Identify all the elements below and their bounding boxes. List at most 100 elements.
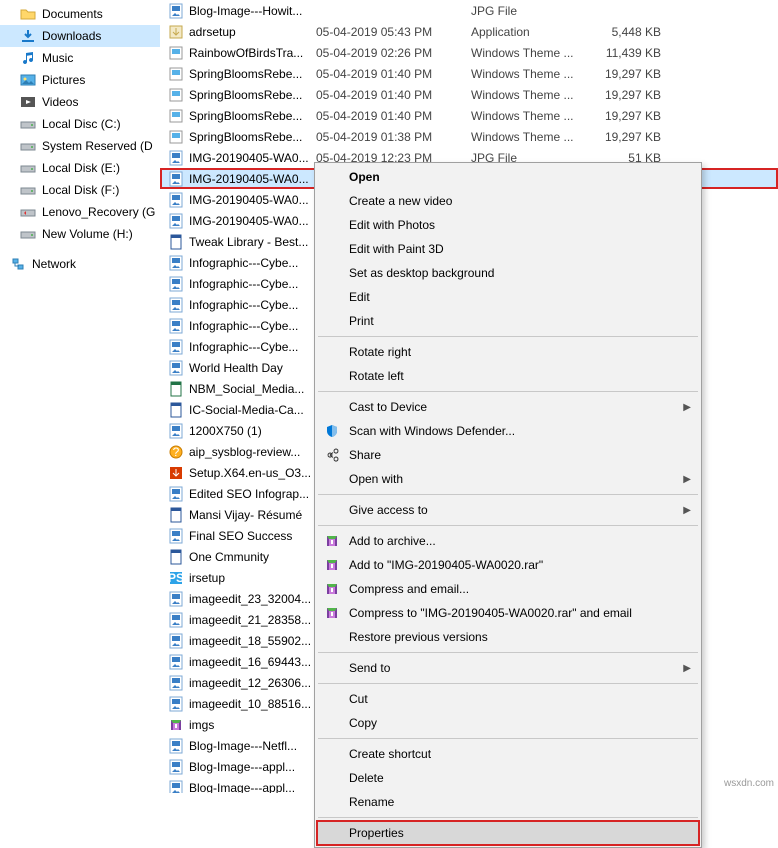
menu-item[interactable]: Rotate left <box>317 364 699 388</box>
file-type: Application <box>471 25 601 39</box>
menu-label: Edit with Photos <box>349 218 671 232</box>
menu-item[interactable]: Restore previous versions <box>317 625 699 649</box>
menu-separator <box>318 738 698 739</box>
file-name: Blog-Image---appl... <box>189 760 295 774</box>
file-row[interactable]: adrsetup05-04-2019 05:43 PMApplication5,… <box>160 21 778 42</box>
recovery-icon <box>20 204 36 220</box>
nav-item[interactable]: Local Disk (E:) <box>0 157 160 179</box>
file-name: SpringBloomsRebe... <box>189 130 302 144</box>
menu-item[interactable]: Compress and email... <box>317 577 699 601</box>
file-row[interactable]: Blog-Image---Howit...JPG File <box>160 0 778 21</box>
rar-icon <box>323 532 341 550</box>
menu-item[interactable]: Cast to Device▶ <box>317 395 699 419</box>
menu-item[interactable]: Edit <box>317 285 699 309</box>
nav-item[interactable]: Network <box>0 253 160 275</box>
file-name: imageedit_21_28358... <box>189 613 311 627</box>
nav-item[interactable]: Videos <box>0 91 160 113</box>
drive-icon <box>20 160 36 176</box>
file-name: Infographic---Cybe... <box>189 340 298 354</box>
submenu-arrow-icon: ▶ <box>683 474 691 485</box>
file-name: RainbowOfBirdsTra... <box>189 46 303 60</box>
rar-icon <box>323 556 341 574</box>
rar-icon <box>323 604 341 622</box>
jpg-icon <box>168 318 184 334</box>
menu-item[interactable]: Delete <box>317 766 699 790</box>
network-icon <box>10 256 26 272</box>
jpg-icon <box>168 633 184 649</box>
file-type: JPG File <box>471 4 601 18</box>
menu-item[interactable]: Edit with Paint 3D <box>317 237 699 261</box>
nav-item[interactable]: Documents <box>0 3 160 25</box>
nav-pane: DocumentsDownloadsMusicPicturesVideosLoc… <box>0 0 160 793</box>
file-size: 11,439 KB <box>601 46 671 60</box>
menu-item[interactable]: Give access to▶ <box>317 498 699 522</box>
file-row[interactable]: SpringBloomsRebe...05-04-2019 01:40 PMWi… <box>160 105 778 126</box>
menu-item[interactable]: Rename <box>317 790 699 814</box>
file-name: imageedit_18_55902... <box>189 634 311 648</box>
menu-label: Compress to "IMG-20190405-WA0020.rar" an… <box>349 606 671 620</box>
nav-item[interactable]: Music <box>0 47 160 69</box>
jpg-icon <box>168 192 184 208</box>
file-name: imgs <box>189 718 214 732</box>
file-row[interactable]: SpringBloomsRebe...05-04-2019 01:38 PMWi… <box>160 126 778 147</box>
nav-item[interactable]: New Volume (H:) <box>0 223 160 245</box>
file-name: IMG-20190405-WA0... <box>189 151 309 165</box>
nav-item[interactable]: Downloads <box>0 25 160 47</box>
chm-icon: ? <box>168 444 184 460</box>
drive-icon <box>20 182 36 198</box>
file-name: Blog-Image---appl... <box>189 781 295 794</box>
jpg-icon <box>168 171 184 187</box>
file-name: imageedit_16_69443... <box>189 655 311 669</box>
menu-item[interactable]: Set as desktop background <box>317 261 699 285</box>
jpg-icon <box>168 255 184 271</box>
menu-label: Restore previous versions <box>349 630 671 644</box>
jpg-icon <box>168 360 184 376</box>
file-size: 19,297 KB <box>601 109 671 123</box>
file-row[interactable]: SpringBloomsRebe...05-04-2019 01:40 PMWi… <box>160 84 778 105</box>
file-name: NBM_Social_Media... <box>189 382 304 396</box>
menu-item[interactable]: Scan with Windows Defender... <box>317 419 699 443</box>
menu-item[interactable]: Share <box>317 443 699 467</box>
file-row[interactable]: RainbowOfBirdsTra...05-04-2019 02:26 PMW… <box>160 42 778 63</box>
menu-item[interactable]: Create a new video <box>317 189 699 213</box>
file-type: Windows Theme ... <box>471 46 601 60</box>
file-size: 19,297 KB <box>601 130 671 144</box>
file-name: 1200X750 (1) <box>189 424 262 438</box>
file-name: imageedit_12_26306... <box>189 676 311 690</box>
menu-item[interactable]: Compress to "IMG-20190405-WA0020.rar" an… <box>317 601 699 625</box>
menu-separator <box>318 336 698 337</box>
nav-item[interactable]: Pictures <box>0 69 160 91</box>
pictures-icon <box>20 72 36 88</box>
menu-item[interactable]: Cut <box>317 687 699 711</box>
menu-item[interactable]: Open <box>317 165 699 189</box>
submenu-arrow-icon: ▶ <box>683 505 691 516</box>
menu-item[interactable]: Create shortcut <box>317 742 699 766</box>
menu-item[interactable]: Open with▶ <box>317 467 699 491</box>
menu-label: Add to "IMG-20190405-WA0020.rar" <box>349 558 671 572</box>
menu-item[interactable]: Rotate right <box>317 340 699 364</box>
menu-item[interactable]: Add to archive... <box>317 529 699 553</box>
menu-item[interactable]: Print <box>317 309 699 333</box>
menu-item[interactable]: Add to "IMG-20190405-WA0020.rar" <box>317 553 699 577</box>
theme-icon <box>168 66 184 82</box>
menu-item[interactable]: Copy <box>317 711 699 735</box>
file-name: Setup.X64.en-us_O3... <box>189 466 311 480</box>
nav-item[interactable]: Local Disk (F:) <box>0 179 160 201</box>
menu-item[interactable]: Edit with Photos <box>317 213 699 237</box>
doc-icon <box>168 507 184 523</box>
menu-label: Set as desktop background <box>349 266 671 280</box>
nav-item[interactable]: Lenovo_Recovery (G <box>0 201 160 223</box>
share-icon <box>323 446 341 464</box>
menu-label: Print <box>349 314 671 328</box>
nav-item[interactable]: System Reserved (D <box>0 135 160 157</box>
defender-icon <box>323 422 341 440</box>
menu-item[interactable]: Send to▶ <box>317 656 699 680</box>
jpg-icon <box>168 528 184 544</box>
theme-icon <box>168 108 184 124</box>
nav-item[interactable]: Local Disc (C:) <box>0 113 160 135</box>
folder-icon <box>20 6 36 22</box>
file-row[interactable]: SpringBloomsRebe...05-04-2019 01:40 PMWi… <box>160 63 778 84</box>
menu-item[interactable]: Properties <box>317 821 699 845</box>
nav-label: Music <box>42 51 73 65</box>
jpg-icon <box>168 339 184 355</box>
